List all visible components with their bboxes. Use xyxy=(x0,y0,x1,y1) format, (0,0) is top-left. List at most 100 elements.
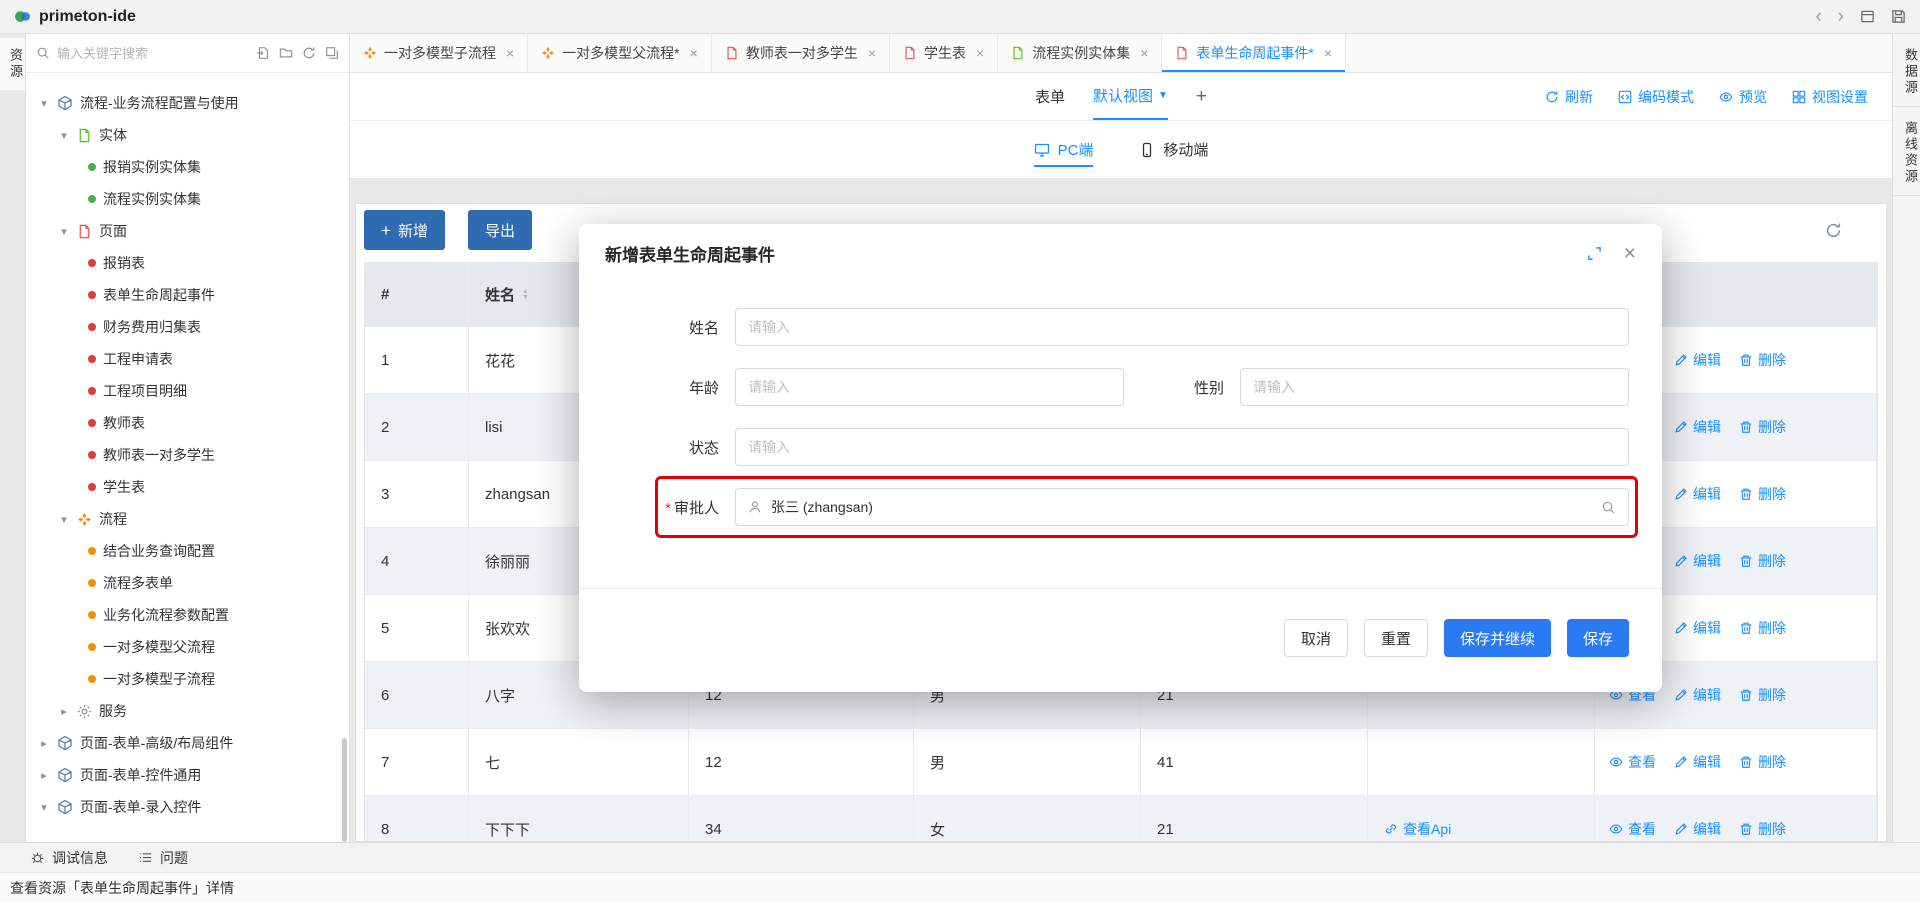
code-mode-button[interactable]: 编码模式 xyxy=(1618,87,1694,107)
collapse-all-icon[interactable] xyxy=(325,46,339,60)
export-button[interactable]: 导出 xyxy=(468,210,532,250)
edit-link[interactable]: 编辑 xyxy=(1674,752,1721,772)
tab[interactable]: 教师表一对多学生 × xyxy=(712,34,890,72)
refresh-icon[interactable] xyxy=(302,46,316,60)
tree-item[interactable]: 一对多模型父流程 xyxy=(26,631,349,663)
forward-icon[interactable]: › xyxy=(1838,7,1844,26)
folder-icon[interactable] xyxy=(279,46,293,60)
view-selector[interactable]: 默认视图 ▼ xyxy=(1093,73,1168,120)
problems-tab[interactable]: 问题 xyxy=(138,848,188,868)
view-api-link[interactable]: 查看Api xyxy=(1384,819,1451,839)
tree-item[interactable]: 流程多表单 xyxy=(26,567,349,599)
close-icon[interactable]: × xyxy=(976,45,984,61)
resources-panel-tab[interactable]: 资源 xyxy=(0,38,25,90)
table-refresh-icon[interactable] xyxy=(1825,222,1842,239)
tree-item[interactable]: 结合业务查询配置 xyxy=(26,535,349,567)
tree-item[interactable]: ▸ 页面-表单-控件通用 xyxy=(26,759,349,791)
save-icon[interactable] xyxy=(1891,9,1906,24)
close-icon[interactable]: × xyxy=(1324,45,1332,61)
sort-icon[interactable]: ▲▼ xyxy=(522,289,529,301)
tree-item[interactable]: 一对多模型子流程 xyxy=(26,663,349,695)
form-label[interactable]: 表单 xyxy=(1035,86,1065,107)
save-button[interactable]: 保存 xyxy=(1567,619,1629,657)
view-settings-button[interactable]: 视图设置 xyxy=(1792,87,1868,107)
tab[interactable]: 流程实例实体集 × xyxy=(998,34,1162,72)
debug-info-tab[interactable]: 调试信息 xyxy=(30,848,108,868)
close-icon[interactable]: × xyxy=(1140,45,1148,61)
reset-button[interactable]: 重置 xyxy=(1364,619,1428,657)
add-view-button[interactable]: + xyxy=(1196,86,1207,108)
close-icon[interactable]: × xyxy=(506,45,514,61)
tree-item[interactable]: 表单生命周起事件 xyxy=(26,279,349,311)
fullscreen-icon[interactable] xyxy=(1587,246,1602,261)
tree-item[interactable]: 工程申请表 xyxy=(26,343,349,375)
caret-right-icon[interactable]: ▸ xyxy=(38,769,50,782)
edit-link[interactable]: 编辑 xyxy=(1674,551,1721,571)
tree-item[interactable]: 教师表 xyxy=(26,407,349,439)
tree-item[interactable]: ▾ 实体 xyxy=(26,119,349,151)
delete-link[interactable]: 删除 xyxy=(1739,685,1786,705)
view-link[interactable]: 查看 xyxy=(1609,819,1656,839)
preview-button[interactable]: 预览 xyxy=(1719,87,1767,107)
tree-item[interactable]: ▸ 页面-表单-高级/布局组件 xyxy=(26,727,349,759)
tree-item[interactable]: 教师表一对多学生 xyxy=(26,439,349,471)
tree-item[interactable]: ▾ 页面-表单-录入控件 xyxy=(26,791,349,823)
caret-down-icon[interactable]: ▾ xyxy=(38,801,50,814)
caret-right-icon[interactable]: ▸ xyxy=(58,705,70,718)
edit-link[interactable]: 编辑 xyxy=(1674,417,1721,437)
tab[interactable]: 一对多模型父流程* × xyxy=(528,34,712,72)
edit-link[interactable]: 编辑 xyxy=(1674,618,1721,638)
caret-down-icon[interactable]: ▾ xyxy=(58,129,70,142)
delete-link[interactable]: 删除 xyxy=(1739,417,1786,437)
edit-link[interactable]: 编辑 xyxy=(1674,484,1721,504)
tab-mobile[interactable]: 移动端 xyxy=(1139,121,1208,178)
sidebar-scrollbar[interactable] xyxy=(342,738,347,842)
tab-pc[interactable]: PC端 xyxy=(1034,121,1094,178)
status-input[interactable] xyxy=(735,428,1629,466)
tree-item[interactable]: 报销实例实体集 xyxy=(26,151,349,183)
edit-link[interactable]: 编辑 xyxy=(1674,819,1721,839)
caret-down-icon[interactable]: ▾ xyxy=(58,225,70,238)
import-icon[interactable] xyxy=(256,46,270,60)
tree-item[interactable]: 学生表 xyxy=(26,471,349,503)
close-icon[interactable]: × xyxy=(868,45,876,61)
back-icon[interactable]: ‹ xyxy=(1815,7,1821,26)
caret-down-icon[interactable]: ▾ xyxy=(38,97,50,110)
view-link[interactable]: 查看 xyxy=(1609,752,1656,772)
layout-restore-icon[interactable] xyxy=(1860,9,1875,24)
edit-link[interactable]: 编辑 xyxy=(1674,350,1721,370)
name-input[interactable] xyxy=(735,308,1629,346)
tree-item[interactable]: 工程项目明细 xyxy=(26,375,349,407)
tree-item[interactable]: ▾ 流程 xyxy=(26,503,349,535)
tree-item[interactable]: ▸ 服务 xyxy=(26,695,349,727)
delete-link[interactable]: 删除 xyxy=(1739,551,1786,571)
gender-input[interactable] xyxy=(1240,368,1629,406)
add-button[interactable]: + 新增 xyxy=(364,210,445,250)
save-and-continue-button[interactable]: 保存并继续 xyxy=(1444,619,1551,657)
delete-link[interactable]: 删除 xyxy=(1739,618,1786,638)
delete-link[interactable]: 删除 xyxy=(1739,484,1786,504)
close-icon[interactable]: × xyxy=(690,45,698,61)
refresh-button[interactable]: 刷新 xyxy=(1545,87,1593,107)
tree-item[interactable]: 业务化流程参数配置 xyxy=(26,599,349,631)
tree-item[interactable]: ▾ 流程-业务流程配置与使用 xyxy=(26,87,349,119)
tree-item[interactable]: ▾ 页面 xyxy=(26,215,349,247)
caret-right-icon[interactable]: ▸ xyxy=(38,737,50,750)
delete-link[interactable]: 删除 xyxy=(1739,819,1786,839)
search-input[interactable] xyxy=(57,46,249,61)
delete-link[interactable]: 删除 xyxy=(1739,350,1786,370)
close-icon[interactable]: × xyxy=(1624,243,1636,264)
approver-select[interactable]: 张三 (zhangsan) xyxy=(735,488,1629,526)
offline-resources-panel-tab[interactable]: 离线资源 xyxy=(1893,111,1920,196)
datasource-panel-tab[interactable]: 数据源 xyxy=(1893,38,1920,107)
caret-down-icon[interactable]: ▾ xyxy=(58,513,70,526)
tab[interactable]: 一对多模型子流程 × xyxy=(350,34,528,72)
tab[interactable]: 学生表 × xyxy=(890,34,998,72)
tree-item[interactable]: 财务费用归集表 xyxy=(26,311,349,343)
tab-active[interactable]: 表单生命周起事件* × xyxy=(1162,34,1346,72)
tree-item[interactable]: 报销表 xyxy=(26,247,349,279)
cancel-button[interactable]: 取消 xyxy=(1284,619,1348,657)
tree-item[interactable]: 流程实例实体集 xyxy=(26,183,349,215)
edit-link[interactable]: 编辑 xyxy=(1674,685,1721,705)
delete-link[interactable]: 删除 xyxy=(1739,752,1786,772)
